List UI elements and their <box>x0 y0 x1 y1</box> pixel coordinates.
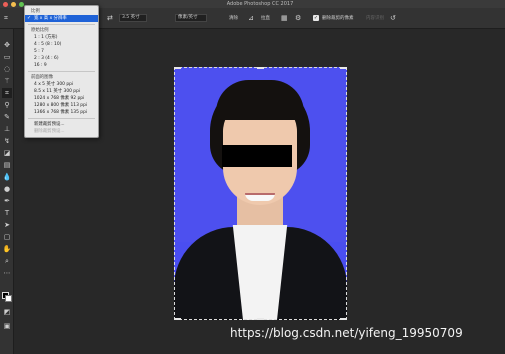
crop-handle-top-right[interactable] <box>340 67 347 69</box>
history-brush-icon[interactable]: ↯ <box>2 136 12 146</box>
gear-icon[interactable]: ⚙ <box>295 13 301 23</box>
menu-item-selected-label: 宽 x 高 x 分辨率 <box>34 16 67 21</box>
divider <box>28 71 95 72</box>
lasso-icon[interactable]: ◌ <box>2 64 12 74</box>
more-tools-icon[interactable]: ⋯ <box>2 268 12 278</box>
divider <box>28 118 95 119</box>
eraser-icon[interactable]: ◪ <box>2 148 12 158</box>
crop-handle-bottom-left[interactable] <box>174 318 181 320</box>
crop-handle-top-left[interactable] <box>174 67 181 69</box>
minimize-button[interactable] <box>11 2 16 7</box>
crop-box[interactable] <box>174 67 347 320</box>
crop-handle-bottom[interactable] <box>257 318 264 320</box>
text-icon[interactable]: T <box>2 208 12 218</box>
menu-item-8-5x11-300[interactable]: 8.5 x 11 英寸 300 ppi <box>25 88 98 95</box>
check-icon: ✓ <box>27 15 32 21</box>
menu-item-ratio-16-9[interactable]: 16 : 9 <box>25 62 98 69</box>
divider <box>28 24 95 25</box>
straighten-label: 拉直 <box>261 16 270 21</box>
menu-item-ratio-2-3[interactable]: 2 : 3 (4 : 6) <box>25 55 98 62</box>
crop-ratio-menu: 比例 ✓ 宽 x 高 x 分辨率 原始比例 1 : 1 (方形) 4 : 5 (… <box>24 5 99 138</box>
tools-panel: ✥ ▭ ◌ ⚚ ⌗ ⚲ ✎ ⊥ ↯ ◪ ▤ 💧 ● ✒ T ➤ ▢ ✋ ⌕ ⋯ … <box>0 29 14 354</box>
gradient-icon[interactable]: ▤ <box>2 160 12 170</box>
marquee-icon[interactable]: ▭ <box>2 52 12 62</box>
shape-icon[interactable]: ▢ <box>2 232 12 242</box>
straighten-icon[interactable]: ⊿ <box>248 13 254 23</box>
pen-icon[interactable]: ✒ <box>2 196 12 206</box>
menu-item-1280x800[interactable]: 1280 x 800 像素 113 ppi <box>25 102 98 109</box>
menu-item-ratio-1-1[interactable]: 1 : 1 (方形) <box>25 34 98 41</box>
crop-tool-icon[interactable]: ⌗ <box>4 13 8 23</box>
resolution-unit-select[interactable]: 像素/英寸 <box>175 14 207 22</box>
brush-icon[interactable]: ✎ <box>2 112 12 122</box>
dodge-icon[interactable]: ● <box>2 184 12 194</box>
content-aware-label: 内容识别 <box>366 16 384 21</box>
blur-icon[interactable]: 💧 <box>2 172 12 182</box>
eyedropper-icon[interactable]: ⚲ <box>2 100 12 110</box>
hand-icon[interactable]: ✋ <box>2 244 12 254</box>
menu-header-original-ratio: 原始比例 <box>31 28 49 33</box>
menu-header-front-image: 前面的图像 <box>31 75 53 80</box>
zoom-icon[interactable]: ⌕ <box>2 256 12 266</box>
menu-item-width-height-resolution[interactable]: ✓ 宽 x 高 x 分辨率 <box>25 15 98 22</box>
menu-item-new-crop-preset[interactable]: 新建裁剪预设... <box>25 121 98 128</box>
watermark: https://blog.csdn.net/yifeng_19950709 <box>230 326 463 340</box>
clear-button[interactable]: 清除 <box>229 15 238 21</box>
magic-wand-icon[interactable]: ⚚ <box>2 76 12 86</box>
menu-item-ratio-5-7[interactable]: 5 : 7 <box>25 48 98 55</box>
menu-item-4x5-300[interactable]: 4 x 5 英寸 300 ppi <box>25 81 98 88</box>
screen-mode-icon[interactable]: ▣ <box>2 321 12 331</box>
menu-header-ratio: 比例 <box>31 9 40 14</box>
ratio-field[interactable]: 3.5 英寸 <box>119 14 147 22</box>
swap-icon[interactable]: ⇄ <box>107 13 113 23</box>
menu-item-1366x768[interactable]: 1366 x 768 像素 135 ppi <box>25 109 98 116</box>
grid-icon[interactable]: ▦ <box>281 13 288 23</box>
quick-mask-icon[interactable]: ◩ <box>2 307 12 317</box>
background-color-swatch[interactable] <box>5 295 12 302</box>
move-icon[interactable]: ✥ <box>2 40 12 50</box>
crop-icon[interactable]: ⌗ <box>2 88 12 98</box>
path-select-icon[interactable]: ➤ <box>2 220 12 230</box>
delete-cropped-checkbox[interactable]: ✓ <box>313 15 319 21</box>
close-button[interactable] <box>3 2 8 7</box>
menu-item-ratio-4-5[interactable]: 4 : 5 (8 : 10) <box>25 41 98 48</box>
reset-icon[interactable]: ↺ <box>390 13 396 23</box>
crop-handle-bottom-right[interactable] <box>340 318 347 320</box>
window-title: Adobe Photoshop CC 2017 <box>226 1 294 7</box>
menu-item-delete-crop-preset: 删除裁剪预设... <box>34 129 65 134</box>
crop-handle-top[interactable] <box>257 67 264 69</box>
menu-item-1024x768[interactable]: 1024 x 768 像素 92 ppi <box>25 95 98 102</box>
delete-cropped-label: 删除裁剪的像素 <box>322 16 354 21</box>
stamp-icon[interactable]: ⊥ <box>2 124 12 134</box>
